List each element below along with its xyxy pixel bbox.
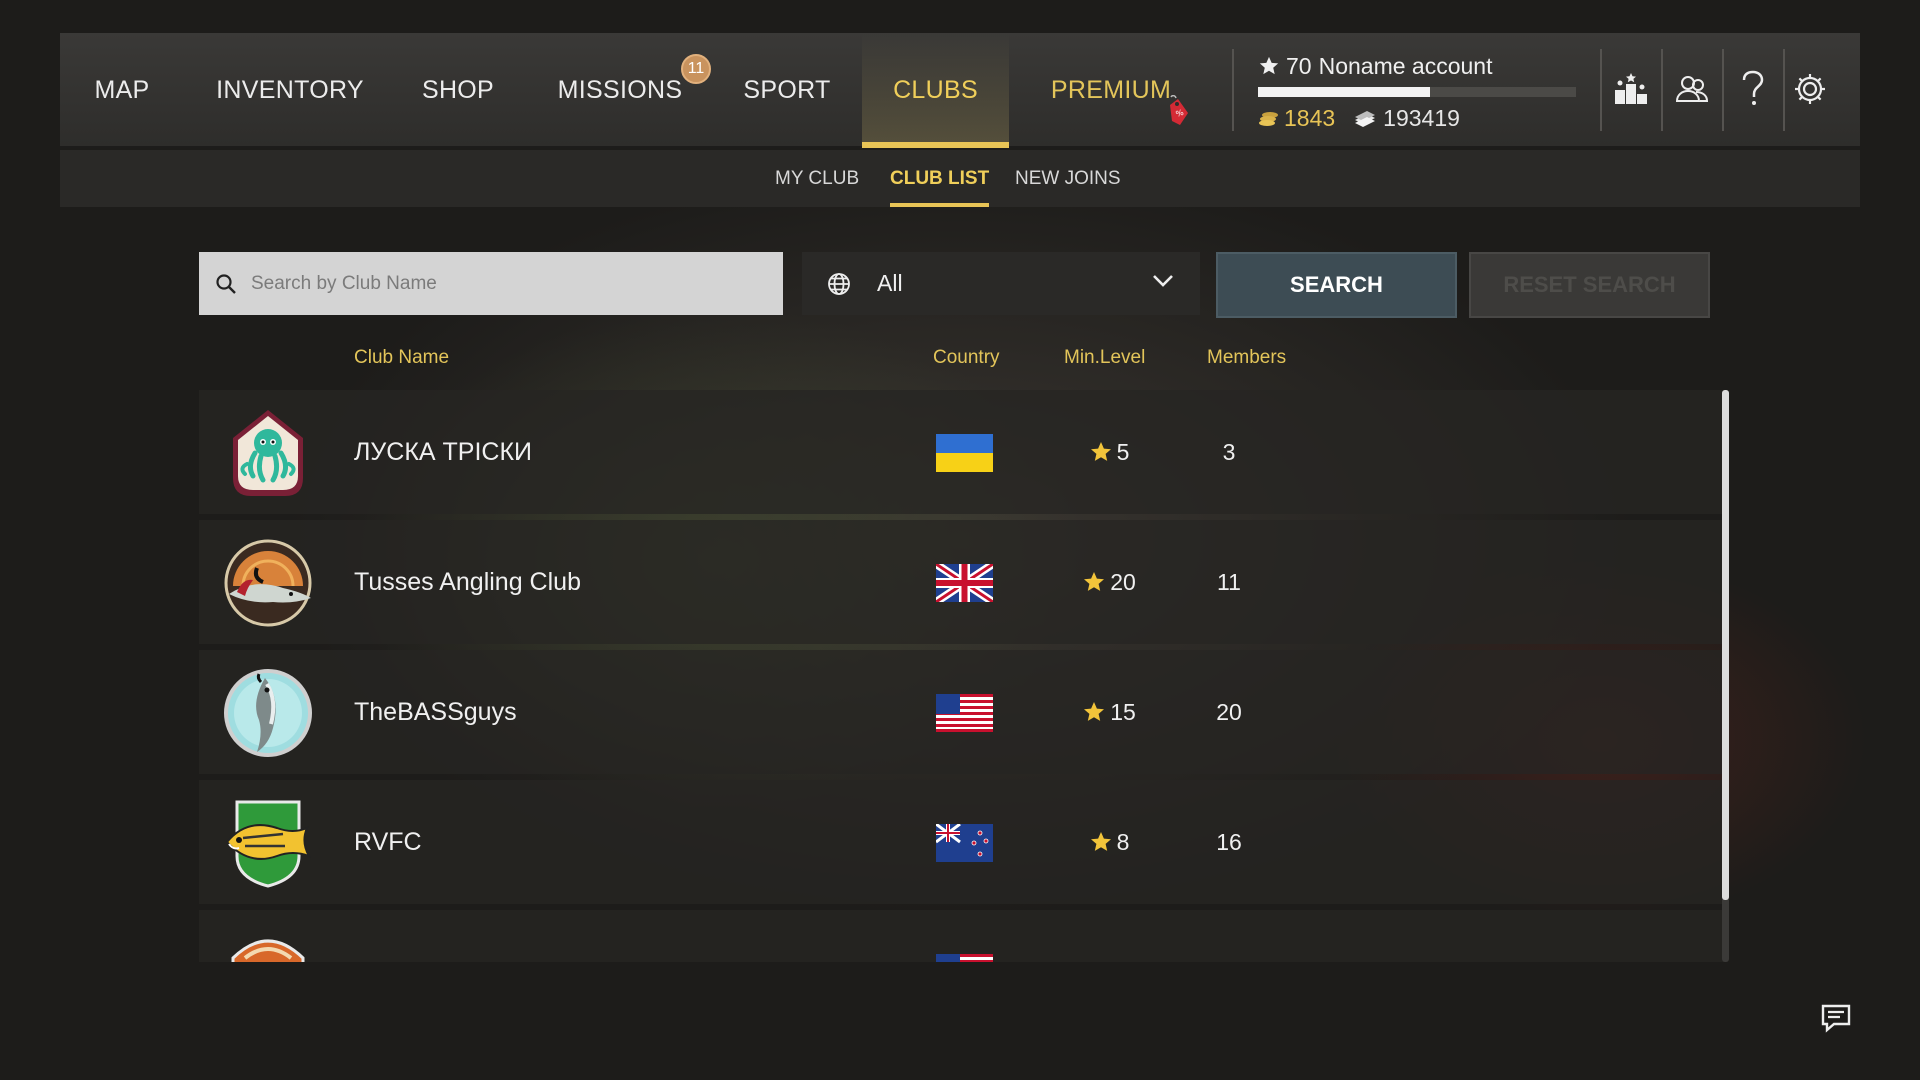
leaderboard-button[interactable] bbox=[1603, 61, 1659, 117]
top-navigation-bar: MAP INVENTORY SHOP MISSIONS 11 SPORT CLU… bbox=[60, 33, 1860, 148]
leaderboard-icon bbox=[1615, 73, 1647, 104]
divider bbox=[1232, 49, 1234, 131]
flag-united-states-icon bbox=[936, 694, 993, 732]
club-row[interactable]: ЛУСКА ТРІСКИ 5 3 bbox=[199, 390, 1725, 514]
min-level: 15 bbox=[1059, 650, 1159, 774]
search-icon bbox=[215, 273, 237, 295]
search-input[interactable] bbox=[251, 272, 751, 295]
club-logo-bass bbox=[224, 669, 312, 757]
club-row[interactable] bbox=[199, 910, 1725, 962]
credits-balance: 193419 bbox=[1383, 105, 1460, 131]
sale-tag-icon: % bbox=[1166, 94, 1192, 134]
club-name: TheBASSguys bbox=[354, 697, 517, 726]
column-header-members[interactable]: Members bbox=[1207, 347, 1286, 373]
missions-count-badge: 11 bbox=[681, 54, 711, 84]
min-level: 8 bbox=[1059, 780, 1159, 904]
divider bbox=[1661, 49, 1663, 131]
club-name: RVFC bbox=[354, 827, 422, 856]
club-name: Tusses Angling Club bbox=[354, 567, 581, 596]
nav-inventory[interactable]: INVENTORY bbox=[210, 33, 370, 148]
min-level-value: 20 bbox=[1110, 568, 1136, 595]
min-level-value: 15 bbox=[1110, 698, 1136, 725]
club-logo-orange-crest bbox=[231, 939, 305, 962]
club-logo-pike bbox=[224, 539, 312, 627]
player-level: 70 bbox=[1286, 52, 1312, 79]
help-icon bbox=[1742, 70, 1764, 105]
chat-button[interactable] bbox=[1820, 1003, 1860, 1039]
friends-button[interactable] bbox=[1664, 61, 1720, 117]
reset-search-button: RESET SEARCH bbox=[1469, 252, 1710, 318]
club-logo-octopus bbox=[233, 410, 303, 496]
club-row[interactable]: RVFC 8 16 bbox=[199, 780, 1725, 904]
nav-shop[interactable]: SHOP bbox=[408, 33, 508, 148]
help-button[interactable] bbox=[1725, 61, 1781, 117]
flag-united-states-icon bbox=[936, 954, 993, 962]
gold-balance: 1843 bbox=[1284, 105, 1336, 131]
nav-sport[interactable]: SPORT bbox=[732, 33, 842, 148]
settings-button[interactable] bbox=[1782, 61, 1838, 117]
divider bbox=[1600, 49, 1602, 131]
club-list: ЛУСКА ТРІСКИ 5 3 Tusses Angling Club 20 … bbox=[199, 390, 1725, 962]
tab-new-joins[interactable]: NEW JOINS bbox=[1015, 150, 1121, 207]
club-search-box[interactable] bbox=[199, 252, 783, 315]
members-count: 20 bbox=[1216, 698, 1242, 725]
nav-missions[interactable]: MISSIONS bbox=[554, 33, 686, 148]
globe-icon bbox=[827, 272, 851, 296]
credits-icon bbox=[1355, 110, 1376, 127]
members-count: 3 bbox=[1222, 438, 1236, 465]
club-sub-navigation: MY CLUB CLUB LIST NEW JOINS bbox=[60, 150, 1860, 207]
club-logo-fish-shield bbox=[225, 800, 312, 888]
list-scrollbar[interactable] bbox=[1722, 390, 1729, 962]
star-icon bbox=[1084, 702, 1105, 721]
members-count: 16 bbox=[1216, 828, 1242, 855]
star-icon bbox=[1090, 832, 1111, 851]
column-header-min-level[interactable]: Min.Level bbox=[1064, 347, 1145, 373]
min-level-value: 5 bbox=[1116, 438, 1130, 465]
club-row[interactable]: TheBASSguys 15 20 bbox=[199, 650, 1725, 774]
star-icon bbox=[1090, 442, 1111, 461]
xp-progress-fill bbox=[1258, 87, 1430, 97]
country-filter-dropdown[interactable]: All bbox=[802, 252, 1200, 315]
friends-icon bbox=[1675, 76, 1709, 102]
club-row[interactable]: Tusses Angling Club 20 11 bbox=[199, 520, 1725, 644]
search-button[interactable]: SEARCH bbox=[1216, 252, 1457, 318]
chevron-down-icon bbox=[1152, 274, 1174, 288]
star-icon bbox=[1259, 56, 1279, 75]
column-header-country[interactable]: Country bbox=[933, 347, 1000, 373]
country-filter-value: All bbox=[877, 270, 903, 296]
settings-icon bbox=[1795, 74, 1825, 104]
min-level: 5 bbox=[1059, 390, 1159, 514]
scrollbar-thumb[interactable] bbox=[1722, 390, 1729, 900]
tab-club-list[interactable]: CLUB LIST bbox=[890, 150, 990, 207]
star-icon bbox=[1084, 572, 1105, 591]
min-level-value: 8 bbox=[1116, 828, 1130, 855]
gold-coins-icon bbox=[1259, 111, 1278, 126]
flag-united-kingdom-icon bbox=[936, 564, 993, 602]
min-level: 20 bbox=[1059, 520, 1159, 644]
account-name: Noname account bbox=[1318, 52, 1493, 79]
column-header-club-name[interactable]: Club Name bbox=[354, 347, 449, 373]
divider bbox=[1722, 49, 1724, 131]
xp-progress-bar bbox=[1258, 87, 1576, 97]
flag-new-zealand-icon bbox=[936, 824, 993, 862]
chat-icon bbox=[1821, 1004, 1851, 1033]
members-count: 11 bbox=[1217, 568, 1241, 595]
account-panel[interactable]: 70 Noname account 1843 193419 bbox=[1258, 51, 1578, 131]
nav-clubs[interactable]: CLUBS bbox=[862, 33, 1009, 148]
club-name: ЛУСКА ТРІСКИ bbox=[354, 437, 533, 466]
tab-my-club[interactable]: MY CLUB bbox=[775, 150, 859, 207]
flag-ukraine-icon bbox=[936, 434, 993, 472]
nav-map[interactable]: MAP bbox=[74, 33, 170, 148]
